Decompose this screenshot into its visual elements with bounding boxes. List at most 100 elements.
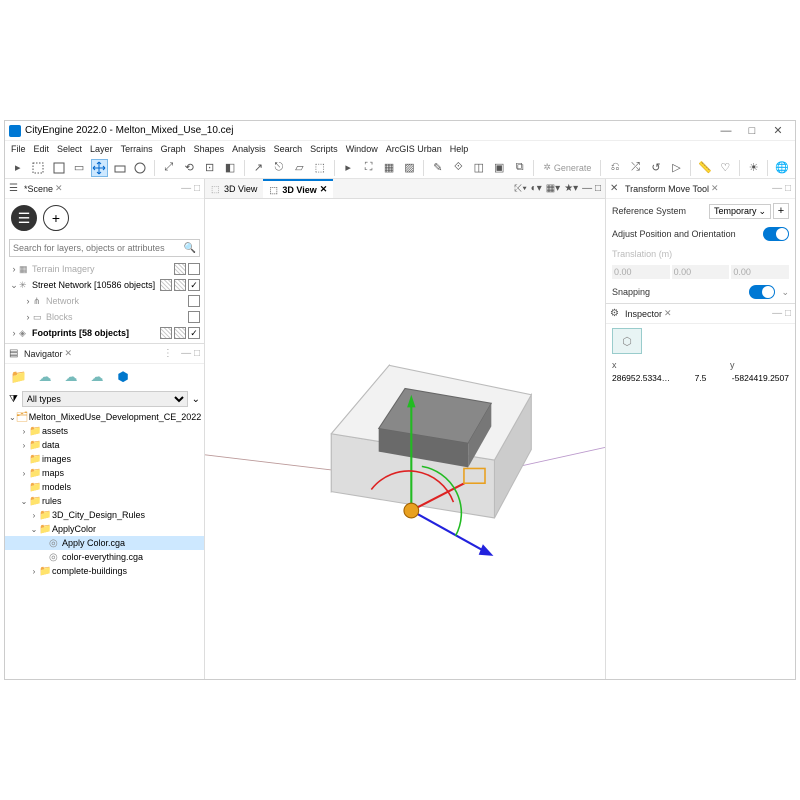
tool-c[interactable]: ⊡: [201, 159, 218, 177]
network-vis[interactable]: [188, 295, 200, 307]
ref-system-select[interactable]: Temporary ⌄: [709, 204, 771, 219]
tool-d[interactable]: ◧: [221, 159, 238, 177]
inspector-title[interactable]: Inspector: [625, 309, 662, 319]
street-vis-a[interactable]: [160, 279, 172, 291]
tree-color-everything-cga[interactable]: ◎color-everything.cga: [5, 550, 204, 564]
navigator-title[interactable]: Navigator: [24, 349, 63, 359]
tree-design-rules[interactable]: ›📁3D_City_Design_Rules: [5, 508, 204, 522]
snapping-expand[interactable]: ⌄: [781, 287, 789, 298]
generate-button[interactable]: ✲ Generate: [539, 162, 595, 173]
coord-x-value[interactable]: 286952.5334777832: [612, 373, 671, 383]
scene-tab-title[interactable]: *Scene: [24, 184, 53, 194]
tool-m[interactable]: ◫: [470, 159, 487, 177]
menu-shapes[interactable]: Shapes: [194, 144, 225, 154]
tool-measure[interactable]: 📏: [696, 159, 713, 177]
menu-edit[interactable]: Edit: [34, 144, 50, 154]
filter-collapse[interactable]: ⌄: [192, 394, 200, 405]
scene-add-button[interactable]: +: [43, 205, 69, 231]
view-opt-d[interactable]: ★▾: [564, 183, 578, 194]
translation-y[interactable]: [672, 265, 730, 279]
tree-images[interactable]: 📁images: [5, 452, 204, 466]
terrain-vis-a[interactable]: [174, 263, 186, 275]
tool-g[interactable]: ▱: [291, 159, 308, 177]
tool-b[interactable]: ⟲: [180, 159, 197, 177]
menu-file[interactable]: File: [11, 144, 26, 154]
scene-layers-button[interactable]: ☰: [11, 205, 37, 231]
snapping-toggle[interactable]: [749, 285, 775, 299]
blocks-vis[interactable]: [188, 311, 200, 323]
layer-network[interactable]: ›⋔ Network: [5, 293, 204, 309]
tree-data[interactable]: ›📁data: [5, 438, 204, 452]
menu-layer[interactable]: Layer: [90, 144, 113, 154]
tool-brush[interactable]: ✎: [429, 159, 446, 177]
tool-play[interactable]: ▸: [339, 159, 356, 177]
coord-z-value[interactable]: -5824419.2507: [730, 373, 789, 383]
transform-close[interactable]: ✕: [711, 183, 719, 194]
tool-o[interactable]: ⧉: [511, 159, 528, 177]
minimize-button[interactable]: —: [713, 125, 739, 137]
close-button[interactable]: ✕: [765, 124, 791, 137]
tool-i[interactable]: ⛶: [360, 159, 377, 177]
tool-f[interactable]: ⎋: [270, 159, 287, 177]
menu-graph[interactable]: Graph: [161, 144, 186, 154]
layer-footprints[interactable]: ›◈ Footprints [58 objects] ✓: [5, 325, 204, 341]
tool-globe[interactable]: 🌐: [773, 159, 790, 177]
inspector-close[interactable]: ✕: [664, 308, 672, 319]
translation-x[interactable]: [612, 265, 670, 279]
inspector-shape-thumb[interactable]: ⬡: [612, 328, 642, 354]
ref-system-add[interactable]: +: [773, 203, 789, 219]
tool-j[interactable]: ▦: [380, 159, 397, 177]
tool-frame[interactable]: [50, 159, 67, 177]
scene-tab-close[interactable]: ✕: [55, 183, 63, 194]
tool-rotate[interactable]: [132, 159, 149, 177]
tool-k[interactable]: ▨: [401, 159, 418, 177]
maximize-button[interactable]: □: [739, 125, 765, 137]
tool-l[interactable]: ⟐: [450, 159, 467, 177]
nav-cloud-down[interactable]: ☁: [35, 368, 55, 386]
tree-maps[interactable]: ›📁maps: [5, 466, 204, 480]
nav-cloud[interactable]: ☁: [87, 368, 107, 386]
tool-p[interactable]: ⎌: [606, 159, 623, 177]
tool-pan[interactable]: ▭: [70, 159, 87, 177]
adjust-toggle[interactable]: [763, 227, 789, 241]
view-tab-close[interactable]: ✕: [320, 184, 328, 195]
view-opt-c[interactable]: ▦▾: [546, 183, 560, 194]
scene-search[interactable]: 🔍: [9, 239, 200, 257]
fp-vis-a[interactable]: [160, 327, 172, 339]
coord-y-value[interactable]: 7.5: [671, 373, 730, 383]
menu-arcgis-urban[interactable]: ArcGIS Urban: [386, 144, 442, 154]
street-vis-c[interactable]: ✓: [188, 279, 200, 291]
tree-models[interactable]: 📁models: [5, 480, 204, 494]
view-opt-b[interactable]: ◐▾: [531, 183, 542, 194]
fp-vis-c[interactable]: ✓: [188, 327, 200, 339]
tree-apply-color-cga[interactable]: ◎Apply Color.cga: [5, 536, 204, 550]
tool-pointer[interactable]: ▸: [9, 159, 26, 177]
menu-search[interactable]: Search: [274, 144, 303, 154]
nav-folder-button[interactable]: 📁: [9, 368, 29, 386]
nav-filter-select[interactable]: All types: [22, 391, 188, 407]
scene-search-input[interactable]: [13, 243, 184, 253]
tool-a[interactable]: ⤢: [160, 159, 177, 177]
menu-help[interactable]: Help: [450, 144, 469, 154]
menu-window[interactable]: Window: [346, 144, 378, 154]
tree-applycolor[interactable]: ⌄📁ApplyColor: [5, 522, 204, 536]
tool-e[interactable]: ↗: [250, 159, 267, 177]
layer-terrain[interactable]: ›▦ Terrain Imagery: [5, 261, 204, 277]
view-opt-a[interactable]: ⤪▾: [514, 183, 526, 194]
tool-select-rect[interactable]: [29, 159, 46, 177]
tool-n[interactable]: ▣: [491, 159, 508, 177]
tool-r[interactable]: ↺: [647, 159, 664, 177]
tree-assets[interactable]: ›📁assets: [5, 424, 204, 438]
menu-scripts[interactable]: Scripts: [310, 144, 338, 154]
transform-title[interactable]: Transform Move Tool: [625, 184, 709, 194]
menu-select[interactable]: Select: [57, 144, 82, 154]
tree-rules[interactable]: ⌄📁rules: [5, 494, 204, 508]
tool-t[interactable]: ♡: [717, 159, 734, 177]
tool-sun[interactable]: ☀: [745, 159, 762, 177]
nav-cloud-up[interactable]: ☁: [61, 368, 81, 386]
tool-q[interactable]: ⤮: [627, 159, 644, 177]
3d-viewport[interactable]: [205, 199, 605, 679]
tool-move[interactable]: [91, 159, 108, 177]
menu-terrains[interactable]: Terrains: [121, 144, 153, 154]
street-vis-b[interactable]: [174, 279, 186, 291]
